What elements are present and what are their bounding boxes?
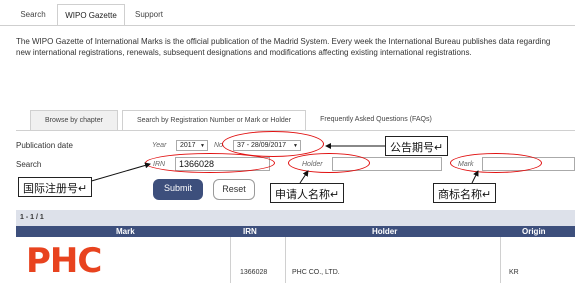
applicant-name-callout: 申请人名称↵ [270,183,345,203]
issue-number-callout: 公告期号↵ [385,136,449,156]
registration-number-callout: 国际注册号↵ [18,177,93,197]
column-divider [285,237,286,283]
column-header-irn[interactable]: IRN [243,227,257,236]
column-header-origin[interactable]: Origin [522,227,546,236]
holder-cell: PHC CO., LTD. [292,269,340,276]
results-bar [16,210,575,226]
arrow-to-holder [299,170,309,184]
arrow-to-irn [87,162,151,183]
column-header-holder[interactable]: Holder [372,227,397,236]
irn-cell[interactable]: 1366028 [240,269,267,276]
column-divider [500,237,501,283]
results-count: 1 - 1 / 1 [20,214,44,221]
origin-cell: KR [509,269,519,276]
mark-name-callout: 商标名称↵ [433,183,497,203]
arrow-to-mark [471,170,479,184]
results-table-header [16,226,575,237]
column-divider [230,237,231,283]
column-header-mark[interactable]: Mark [116,227,135,236]
mark-logo: PHC [26,241,102,281]
